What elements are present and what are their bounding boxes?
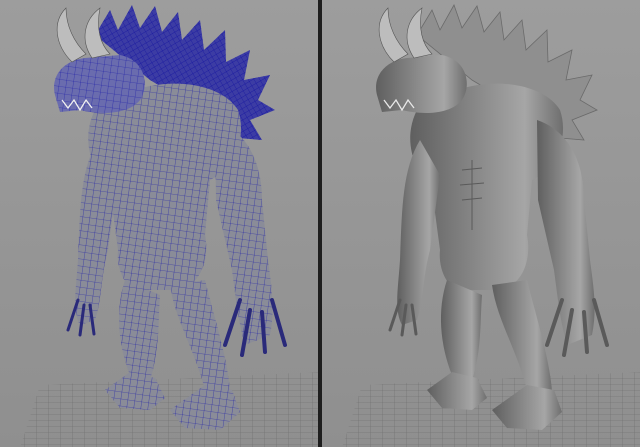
viewport-shaded-canvas[interactable] bbox=[322, 0, 640, 447]
creature-model-wire[interactable] bbox=[54, 5, 287, 430]
horn-left bbox=[56, 7, 87, 63]
floor-grid bbox=[20, 372, 318, 447]
creature-model-shaded[interactable] bbox=[376, 4, 609, 430]
floor-grid bbox=[342, 372, 640, 447]
viewport-pair bbox=[0, 0, 640, 447]
viewport-shaded[interactable] bbox=[322, 0, 640, 447]
horn-left bbox=[378, 7, 409, 63]
viewport-wireframe-canvas[interactable] bbox=[0, 0, 318, 447]
viewport-wireframe[interactable] bbox=[0, 0, 318, 447]
